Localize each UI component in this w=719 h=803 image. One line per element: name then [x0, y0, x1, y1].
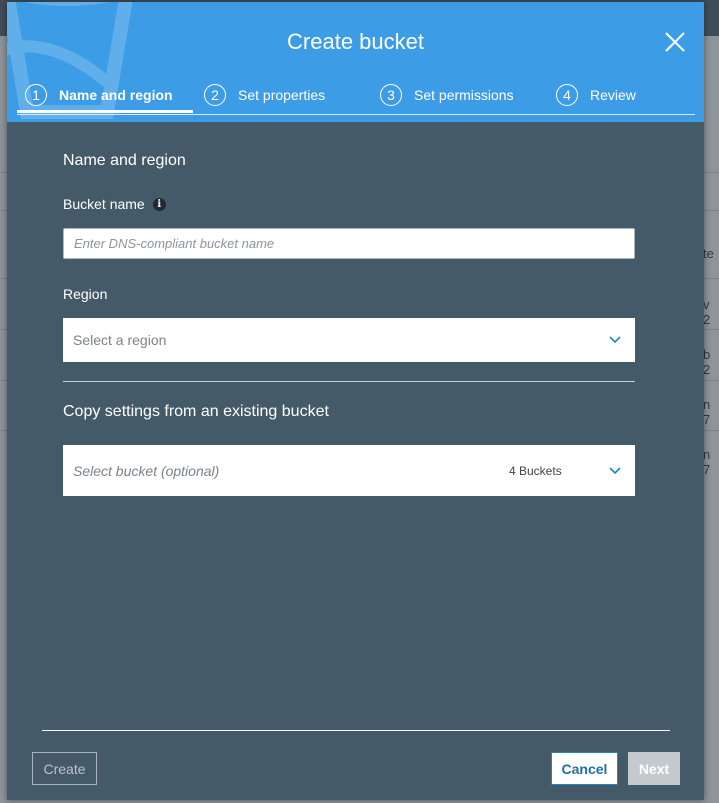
copy-bucket-select-value: Select bucket (optional) [73, 462, 220, 479]
step-number: 3 [380, 84, 402, 106]
background-text: n 7 [703, 447, 711, 477]
chevron-down-icon [609, 336, 621, 344]
background-text: te [703, 246, 714, 261]
background-text: b 2 [703, 347, 711, 377]
create-button[interactable]: Create [32, 752, 97, 785]
region-label: Region [63, 286, 108, 302]
region-select-value: Select a region [73, 332, 167, 348]
active-step-indicator [17, 110, 193, 113]
footer-divider [42, 730, 670, 731]
modal-title: Create bucket [287, 29, 424, 54]
chevron-down-icon [609, 466, 621, 474]
section-title: Name and region [63, 152, 186, 169]
step-label: Set permissions [414, 87, 514, 103]
step-number: 4 [556, 84, 578, 106]
bucket-name-label-text: Bucket name [63, 196, 145, 212]
region-select[interactable]: Select a region [63, 318, 635, 362]
step-number: 1 [25, 84, 47, 106]
copy-settings-title: Copy settings from an existing bucket [63, 403, 329, 420]
section-divider [63, 381, 635, 382]
modal-header: Create bucket 1 Name and region 2 Set pr… [7, 2, 704, 122]
bucket-name-label: Bucket name i [63, 196, 166, 212]
background-text: v 2 [703, 297, 711, 327]
step-number: 2 [204, 84, 226, 106]
next-button[interactable]: Next [628, 752, 680, 785]
bucket-count: 4 Buckets [509, 463, 562, 478]
background-text: n 7 [703, 397, 711, 427]
step-label: Name and region [59, 87, 173, 103]
step-label: Review [590, 87, 636, 103]
wizard-steps: 1 Name and region 2 Set properties 3 Set… [17, 76, 695, 115]
bucket-name-input[interactable] [63, 228, 635, 259]
step-name-and-region[interactable]: 1 Name and region [25, 82, 173, 108]
cancel-button[interactable]: Cancel [551, 752, 618, 785]
step-set-properties[interactable]: 2 Set properties [204, 82, 325, 108]
create-bucket-modal: Create bucket 1 Name and region 2 Set pr… [7, 2, 704, 800]
info-icon[interactable]: i [152, 197, 166, 211]
step-set-permissions[interactable]: 3 Set permissions [380, 82, 514, 108]
close-icon[interactable] [663, 30, 687, 54]
copy-bucket-select[interactable]: Select bucket (optional) 4 Buckets [63, 445, 635, 496]
step-review[interactable]: 4 Review [556, 82, 636, 108]
step-label: Set properties [238, 87, 326, 103]
